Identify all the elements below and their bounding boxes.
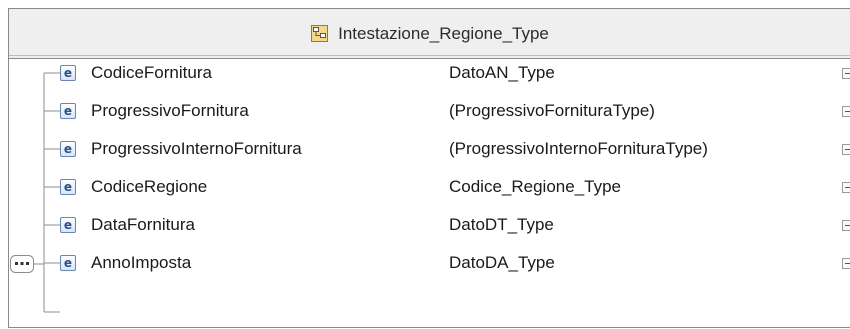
element-type: (ProgressivoFornituraType) bbox=[449, 101, 655, 120]
element-row[interactable]: e ProgressivoInternoFornitura (Progressi… bbox=[60, 130, 850, 168]
element-name: CodiceRegione bbox=[91, 177, 208, 196]
element-row[interactable]: e CodiceRegione Codice_Regione_Type bbox=[60, 168, 850, 206]
complex-type-icon bbox=[311, 25, 329, 42]
element-type: DatoAN_Type bbox=[449, 63, 555, 82]
expand-icon[interactable] bbox=[842, 219, 850, 231]
complex-type-box: Intestazione_Regione_Type e CodiceFornit… bbox=[8, 8, 850, 328]
element-icon: e bbox=[60, 103, 76, 119]
sequence-icon[interactable] bbox=[10, 255, 34, 273]
element-row[interactable]: e AnnoImposta DatoDA_Type bbox=[60, 244, 850, 282]
element-icon: e bbox=[60, 255, 76, 271]
element-name: CodiceFornitura bbox=[91, 63, 212, 82]
element-name: AnnoImposta bbox=[91, 253, 192, 272]
element-type: DatoDT_Type bbox=[449, 215, 554, 234]
element-type: DatoDA_Type bbox=[449, 253, 555, 272]
element-name: ProgressivoInternoFornitura bbox=[91, 139, 302, 158]
expand-icon[interactable] bbox=[842, 67, 850, 79]
expand-icon[interactable] bbox=[842, 143, 850, 155]
element-icon: e bbox=[60, 179, 76, 195]
expand-icon[interactable] bbox=[842, 257, 850, 269]
element-name: DataFornitura bbox=[91, 215, 195, 234]
element-type: (ProgressivoInternoFornituraType) bbox=[449, 139, 708, 158]
element-name: ProgressivoFornitura bbox=[91, 101, 249, 120]
type-header[interactable]: Intestazione_Regione_Type bbox=[9, 9, 850, 59]
expand-icon[interactable] bbox=[842, 105, 850, 117]
element-row[interactable]: e CodiceFornitura DatoAN_Type bbox=[60, 54, 850, 92]
element-icon: e bbox=[60, 65, 76, 81]
type-title: Intestazione_Regione_Type bbox=[338, 23, 549, 43]
element-row[interactable]: e ProgressivoFornitura (ProgressivoForni… bbox=[60, 92, 850, 130]
element-icon: e bbox=[60, 141, 76, 157]
element-row[interactable]: e DataFornitura DatoDT_Type bbox=[60, 206, 850, 244]
content-model: e CodiceFornitura DatoAN_Type e Progress… bbox=[9, 61, 850, 327]
element-icon: e bbox=[60, 217, 76, 233]
element-type: Codice_Regione_Type bbox=[449, 177, 622, 196]
expand-icon[interactable] bbox=[842, 181, 850, 193]
